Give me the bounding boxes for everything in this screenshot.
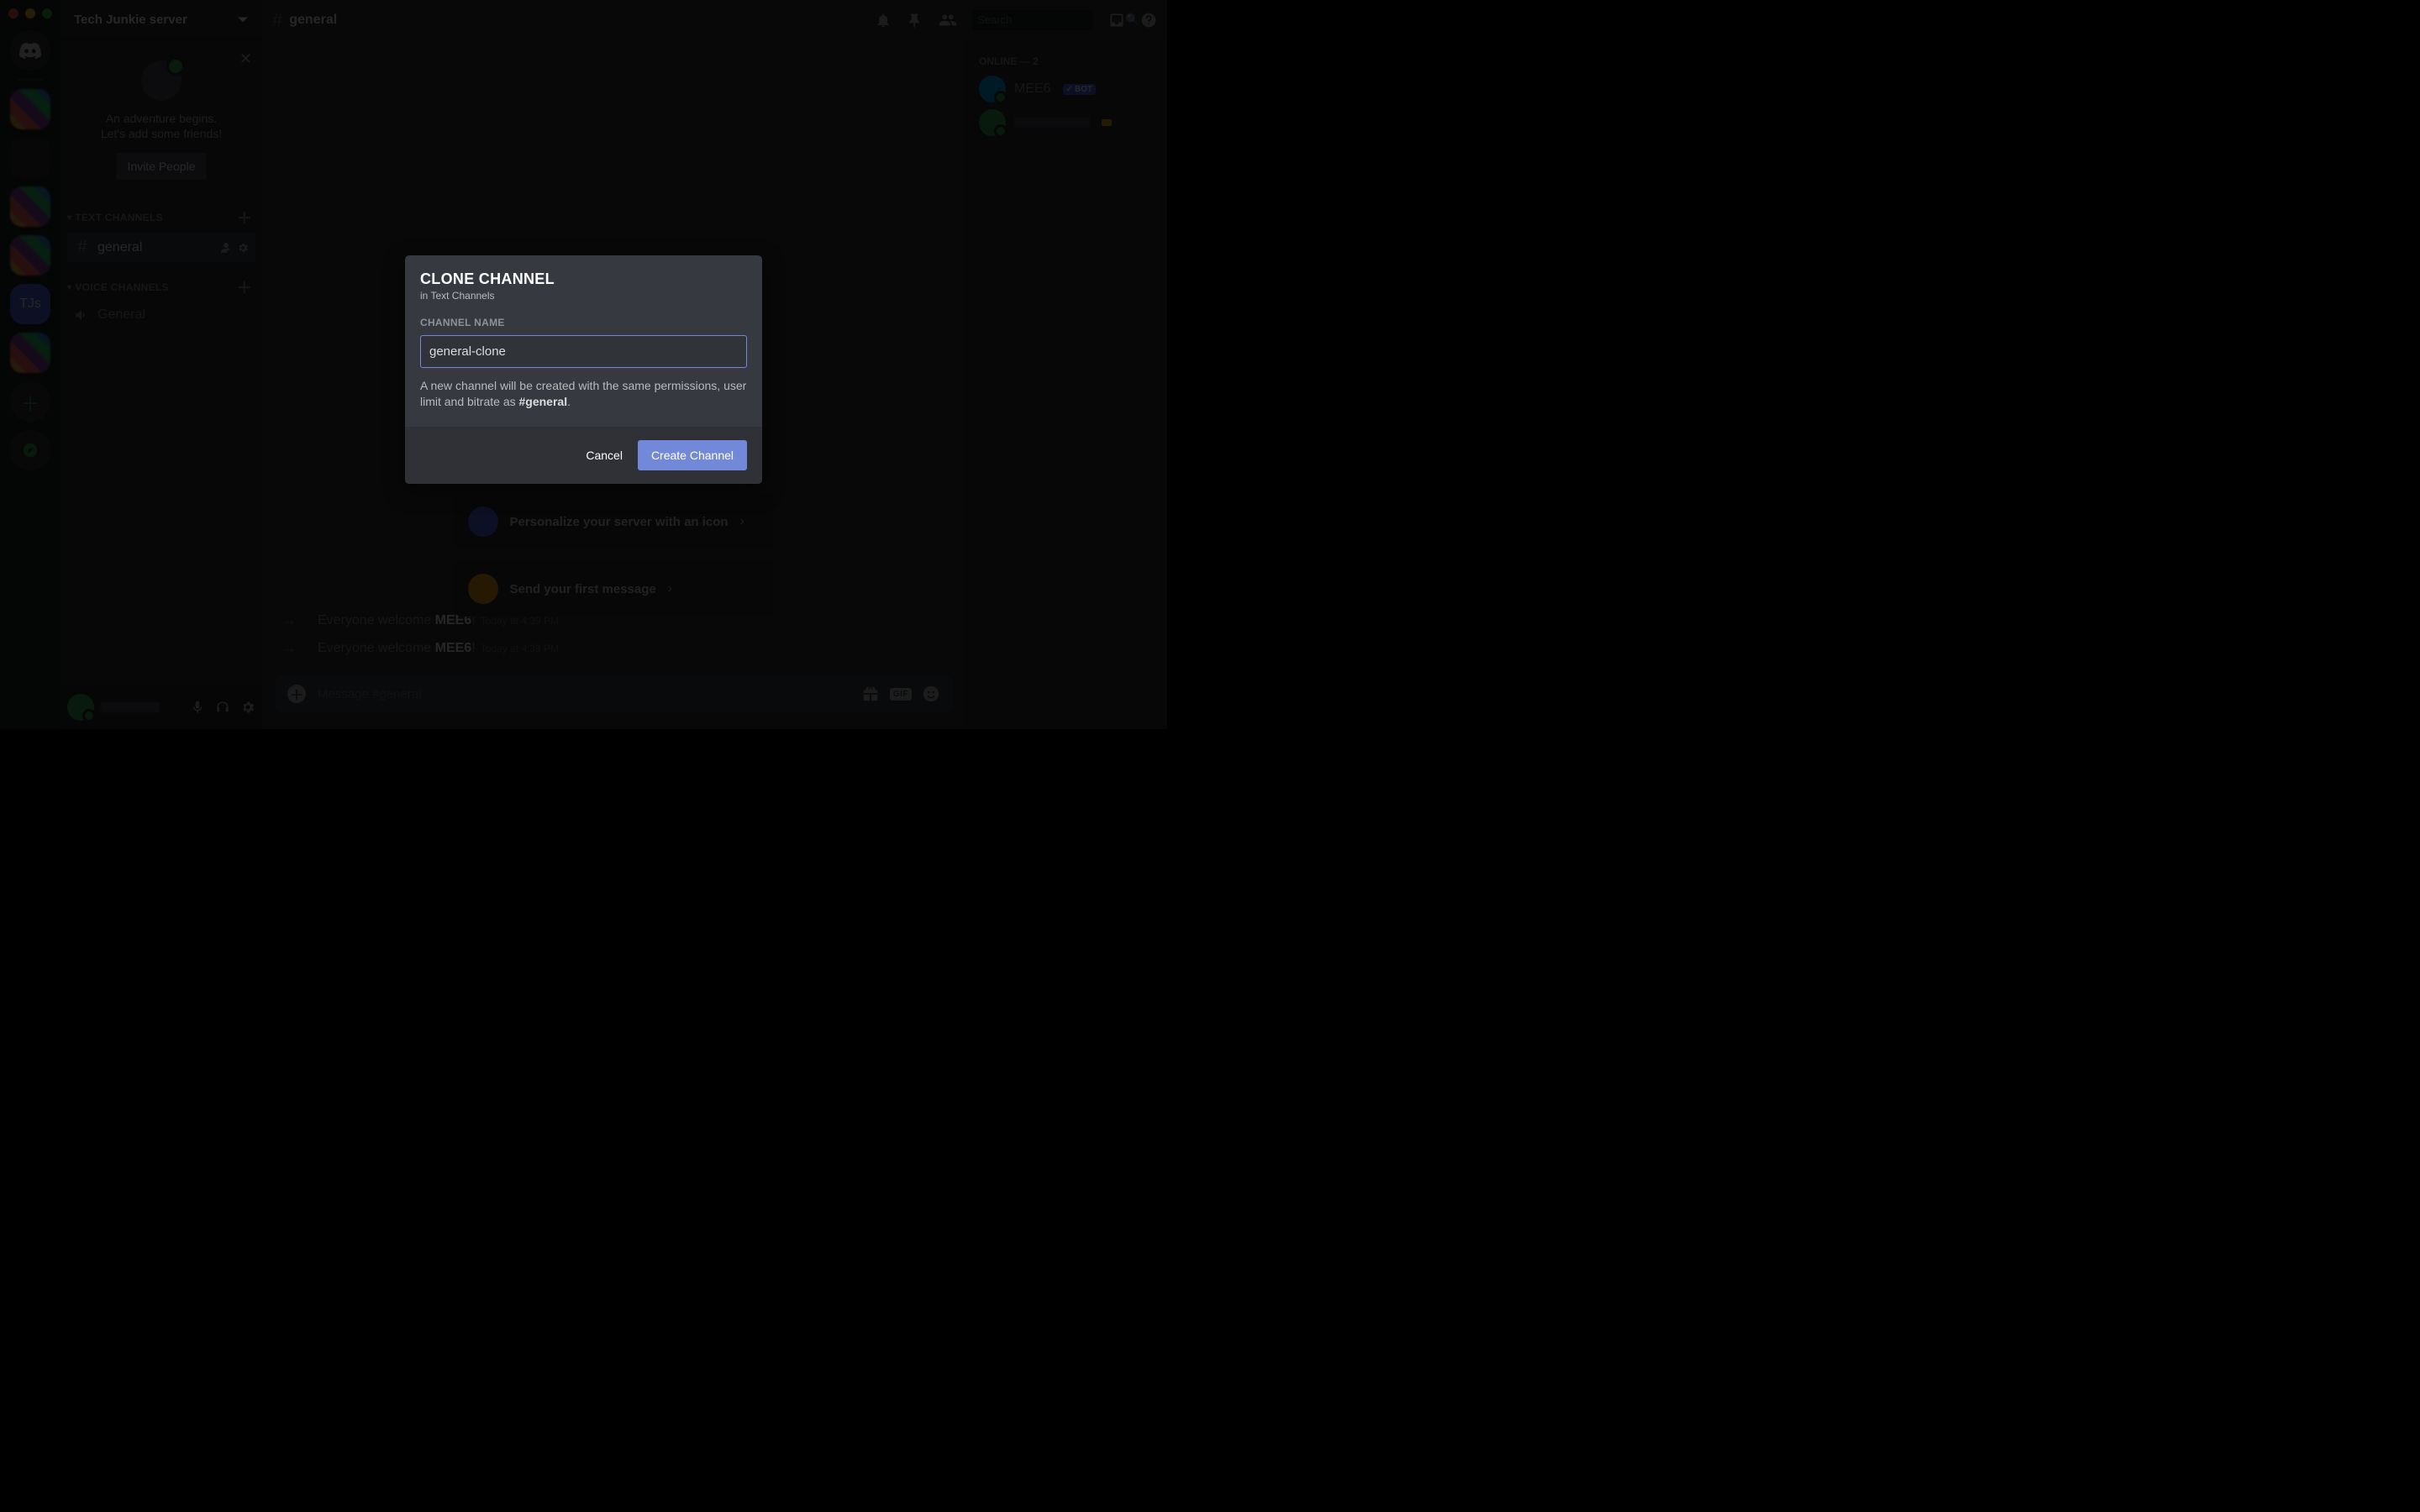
app-window: TJs ＋ Tech Junkie server ✕ An adventure … xyxy=(0,0,1167,729)
modal-subtitle: in Text Channels xyxy=(420,290,747,302)
modal-help-text: A new channel will be created with the s… xyxy=(420,378,747,410)
clone-channel-modal: CLONE CHANNEL in Text Channels CHANNEL N… xyxy=(405,255,762,484)
create-channel-button[interactable]: Create Channel xyxy=(638,440,747,470)
modal-input-label: CHANNEL NAME xyxy=(420,317,747,328)
cancel-button[interactable]: Cancel xyxy=(586,449,623,462)
modal-footer: Cancel Create Channel xyxy=(405,427,762,484)
channel-name-input[interactable] xyxy=(420,335,747,368)
modal-title: CLONE CHANNEL xyxy=(420,270,747,288)
